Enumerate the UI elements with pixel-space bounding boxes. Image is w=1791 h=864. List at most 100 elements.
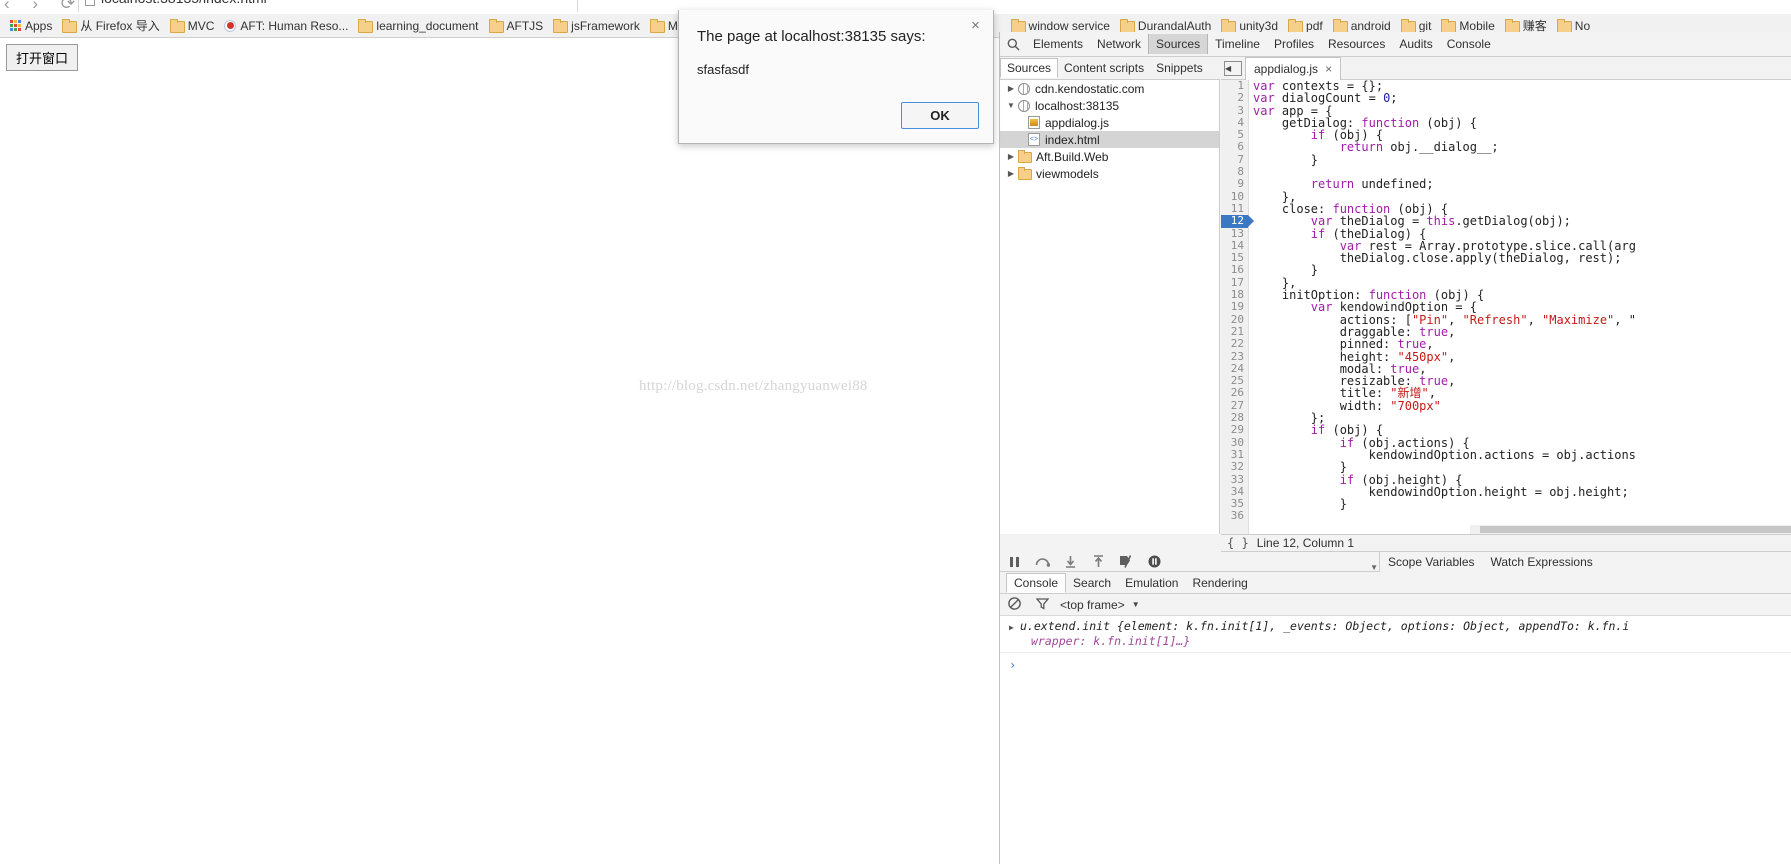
step-out-icon[interactable] xyxy=(1084,552,1112,572)
chevron-right-icon[interactable]: ▶ xyxy=(1009,620,1014,635)
tab-profiles[interactable]: Profiles xyxy=(1267,34,1321,54)
navigation-icons[interactable]: ‹ › ⟳ xyxy=(4,0,84,14)
screen-root: ‹ › ⟳ localhost:38135/index.html Apps 从 … xyxy=(0,0,1791,864)
tab-console[interactable]: Console xyxy=(1440,34,1498,54)
bookmark-aft-human-reso[interactable]: AFT: Human Reso... xyxy=(220,16,354,36)
bookmark-mvc[interactable]: MVC xyxy=(166,16,221,36)
console-message[interactable]: ▶ u.extend.init {element: k.fn.init[1], … xyxy=(1000,616,1791,653)
address-bar[interactable]: localhost:38135/index.html xyxy=(78,0,578,12)
tree-item-label: localhost:38135 xyxy=(1035,98,1120,113)
bookmark-jsframework[interactable]: jsFramework xyxy=(549,16,646,36)
tree-item-index-html[interactable]: <> index.html xyxy=(1000,131,1219,148)
chevron-right-icon[interactable]: ▶ xyxy=(1004,84,1018,93)
tab-scope-variables[interactable]: Scope Variables xyxy=(1380,554,1483,570)
bookmark-label: Apps xyxy=(25,18,53,33)
editor-horizontal-scrollbar[interactable] xyxy=(1470,525,1791,534)
close-icon[interactable]: × xyxy=(1325,62,1332,76)
code-token: undefined; xyxy=(1354,177,1434,192)
clear-console-icon[interactable] xyxy=(1000,596,1028,613)
search-icon[interactable] xyxy=(1000,38,1026,51)
folder-icon xyxy=(358,19,374,33)
bookmark-label: 从 Firefox 导入 xyxy=(80,19,160,33)
tree-item-localhost[interactable]: ▼ localhost:38135 xyxy=(1000,97,1219,114)
tab-sources[interactable]: Sources xyxy=(1148,34,1209,54)
chevron-right-icon[interactable]: ▶ xyxy=(1004,169,1018,178)
console-input-prompt[interactable]: › xyxy=(1000,653,1791,675)
code-token: , " xyxy=(1614,312,1636,327)
tab-network[interactable]: Network xyxy=(1090,34,1148,54)
editor-file-tab-appdialog-js[interactable]: appdialog.js × xyxy=(1245,56,1342,80)
drawer-tab-emulation[interactable]: Emulation xyxy=(1118,574,1185,592)
step-over-icon[interactable] xyxy=(1028,552,1056,572)
tree-item-label: Aft.Build.Web xyxy=(1036,149,1109,164)
tree-item-cdn-kendostatic[interactable]: ▶ cdn.kendostatic.com xyxy=(1000,80,1219,97)
cursor-position-label: Line 12, Column 1 xyxy=(1256,536,1355,550)
drawer-tab-rendering[interactable]: Rendering xyxy=(1185,574,1254,592)
code-token: , xyxy=(1527,312,1543,327)
line-number-gutter[interactable]: 1 2 3 4 5 6 7 8 9 10 11 12 13 14 15 16 17 18 19 20 21 22 23 24 2… xyxy=(1221,80,1254,534)
line-number[interactable]: 12 xyxy=(1221,214,1254,228)
tab-resources[interactable]: Resources xyxy=(1321,34,1392,54)
folder-icon xyxy=(488,19,504,33)
filter-icon[interactable] xyxy=(1028,597,1056,613)
bookmark-aftjs[interactable]: AFTJS xyxy=(485,16,550,36)
line-number[interactable]: 13 xyxy=(1221,227,1248,240)
line-number[interactable]: 2 xyxy=(1221,91,1248,104)
tab-timeline[interactable]: Timeline xyxy=(1208,34,1267,54)
code-token: this xyxy=(1426,214,1456,229)
line-number[interactable]: 9 xyxy=(1221,178,1248,191)
bookmark-label: git xyxy=(1418,18,1432,33)
chevron-down-icon[interactable]: ▼ xyxy=(1132,600,1140,609)
bookmark-learning-document[interactable]: learning_document xyxy=(354,16,484,36)
tree-item-appdialog-js[interactable]: appdialog.js xyxy=(1000,114,1219,131)
code-line: var dialogCount = 0; xyxy=(1253,92,1791,104)
console-output[interactable]: ▶ u.extend.init {element: k.fn.init[1], … xyxy=(1000,616,1791,864)
bookmark-firefox-import[interactable]: 从 Firefox 导入 xyxy=(58,16,165,36)
tree-item-label: index.html xyxy=(1045,132,1100,147)
subtab-content-scripts[interactable]: Content scripts xyxy=(1058,59,1150,77)
console-frame-selector[interactable]: <top frame> xyxy=(1060,598,1125,612)
alert-ok-button[interactable]: OK xyxy=(901,102,979,129)
file-navigator[interactable]: ▶ cdn.kendostatic.com ▼ localhost:38135 … xyxy=(1000,80,1220,534)
chevron-down-icon[interactable]: ▼ xyxy=(1004,101,1018,110)
subtab-snippets[interactable]: Snippets xyxy=(1150,59,1209,77)
step-into-icon[interactable] xyxy=(1056,552,1084,572)
collapse-sidebar-icon[interactable]: ◀ xyxy=(1224,60,1242,76)
line-number[interactable]: 6 xyxy=(1221,141,1248,154)
pause-icon[interactable] xyxy=(1000,552,1028,572)
source-code-text[interactable]: var contexts = {}; var dialogCount = 0; va… xyxy=(1253,80,1791,534)
bookmark-label: unity3d xyxy=(1239,18,1279,33)
folder-icon xyxy=(1018,167,1032,180)
tree-item-aft-build-web[interactable]: ▶ Aft.Build.Web xyxy=(1000,148,1219,165)
deactivate-breakpoints-icon[interactable] xyxy=(1112,552,1140,572)
address-bar-text: localhost:38135/index.html xyxy=(101,0,267,6)
alert-title: The page at localhost:38135 says: xyxy=(697,28,926,45)
drawer-tab-console[interactable]: Console xyxy=(1006,572,1067,593)
line-number[interactable]: 36 xyxy=(1221,510,1248,523)
page-info-icon[interactable] xyxy=(85,0,95,6)
pause-on-exceptions-icon[interactable] xyxy=(1140,552,1168,572)
tab-audits[interactable]: Audits xyxy=(1392,34,1439,54)
line-number[interactable]: 26 xyxy=(1221,387,1248,400)
source-code-editor[interactable]: 1 2 3 4 5 6 7 8 9 10 11 12 13 14 15 16 17 18 19 20 21 22 23 24 2… xyxy=(1221,80,1791,534)
tab-elements[interactable]: Elements xyxy=(1026,34,1090,54)
code-token: , xyxy=(1448,349,1456,364)
drawer-tab-search[interactable]: Search xyxy=(1066,574,1118,592)
line-number[interactable]: 29 xyxy=(1221,424,1248,437)
subtab-sources[interactable]: Sources xyxy=(1000,58,1059,78)
pretty-print-icon[interactable]: { } xyxy=(1227,536,1249,550)
folder-icon xyxy=(169,19,185,33)
line-number[interactable]: 32 xyxy=(1221,460,1248,473)
line-number[interactable]: 33 xyxy=(1221,473,1248,486)
close-icon[interactable]: × xyxy=(967,18,984,35)
debugger-expand-caret-icon[interactable]: ▼ xyxy=(1370,563,1378,572)
line-number[interactable]: 22 xyxy=(1221,337,1248,350)
line-number[interactable]: 16 xyxy=(1221,264,1248,277)
line-number[interactable]: 19 xyxy=(1221,301,1248,314)
tree-item-viewmodels[interactable]: ▶ viewmodels xyxy=(1000,165,1219,182)
open-window-button[interactable]: 打开窗口 xyxy=(6,44,79,71)
bookmark-apps[interactable]: Apps xyxy=(6,16,58,36)
chevron-right-icon[interactable]: ▶ xyxy=(1004,152,1018,161)
tab-watch-expressions[interactable]: Watch Expressions xyxy=(1483,554,1601,570)
line-number[interactable]: 23 xyxy=(1221,350,1248,363)
